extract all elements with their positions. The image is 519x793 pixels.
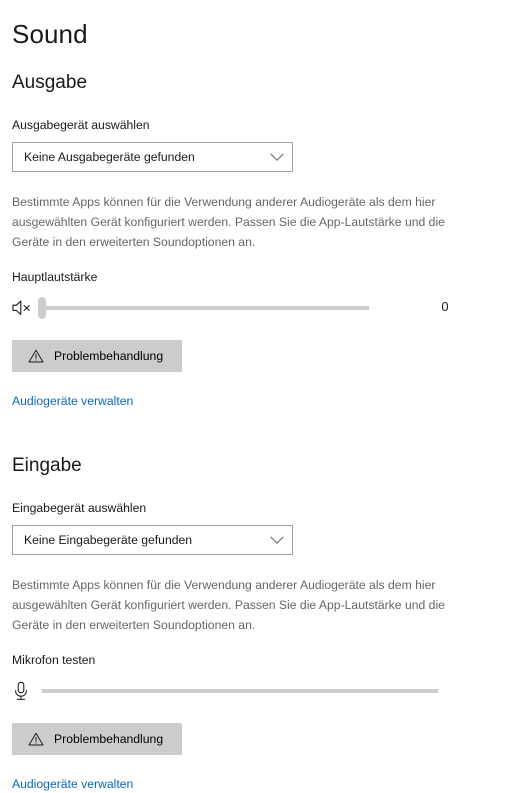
volume-slider[interactable]: [38, 296, 369, 320]
output-manage-devices-link[interactable]: Audiogeräte verwalten: [12, 393, 133, 410]
input-section-title: Eingabe: [12, 455, 82, 476]
output-section-title: Ausgabe: [12, 72, 88, 93]
chevron-down-icon: [262, 526, 292, 554]
warning-triangle-icon: [27, 349, 44, 364]
output-description: Bestimmte Apps können für die Verwendung…: [12, 195, 445, 249]
input-device-select[interactable]: Keine Eingabegeräte gefunden: [12, 525, 293, 555]
input-device-select-value: Keine Eingabegeräte gefunden: [24, 533, 193, 547]
chevron-down-icon: [262, 143, 292, 171]
mic-level-track: [42, 689, 438, 693]
input-device-label: Eingabegerät auswählen: [12, 501, 147, 515]
warning-triangle-icon: [27, 732, 44, 747]
output-device-label: Ausgabegerät auswählen: [12, 118, 150, 132]
volume-slider-thumb[interactable]: [38, 297, 46, 319]
output-troubleshoot-button[interactable]: Problembehandlung: [12, 340, 183, 372]
input-troubleshoot-button[interactable]: Problembehandlung: [12, 723, 183, 755]
volume-slider-row: 0: [12, 295, 519, 321]
input-troubleshoot-label: Problembehandlung: [54, 732, 164, 746]
output-troubleshoot-label: Problembehandlung: [54, 349, 164, 363]
input-section: Eingabe Eingabegerät auswählen Keine Ein…: [12, 453, 519, 793]
output-device-select-value: Keine Ausgabegeräte gefunden: [24, 150, 195, 164]
volume-slider-track: [38, 306, 369, 310]
speaker-muted-icon[interactable]: [12, 297, 38, 319]
volume-value: 0: [441, 299, 449, 314]
page-title: Sound: [12, 19, 88, 49]
output-device-select[interactable]: Keine Ausgabegeräte gefunden: [12, 142, 293, 172]
input-description: Bestimmte Apps können für die Verwendung…: [12, 578, 445, 632]
mic-test-label: Mikrofon testen: [12, 653, 96, 667]
microphone-icon[interactable]: [12, 680, 38, 702]
output-section: Ausgabe Ausgabegerät auswählen Keine Aus…: [12, 70, 519, 410]
volume-label: Hauptlautstärke: [12, 270, 98, 284]
mic-level-meter: [42, 679, 438, 703]
mic-level-row: [12, 678, 519, 704]
sound-settings-page: Sound Ausgabe Ausgabegerät auswählen Kei…: [0, 0, 519, 791]
input-manage-devices-link[interactable]: Audiogeräte verwalten: [12, 776, 133, 793]
